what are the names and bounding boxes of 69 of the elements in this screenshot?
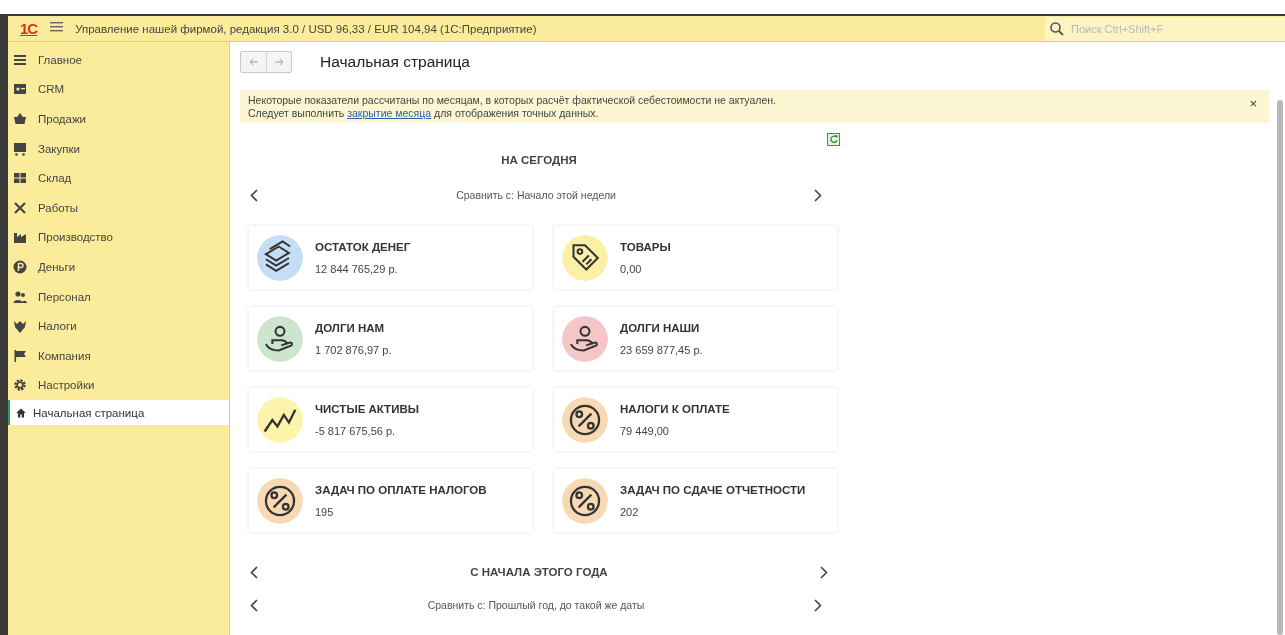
metric-card[interactable]: ТОВАРЫ 0,00 — [554, 226, 837, 289]
search-field[interactable]: Поиск Ctrl+Shift+F — [1045, 16, 1285, 41]
month-close-link[interactable]: закрытие месяца — [347, 106, 432, 119]
home-icon — [15, 406, 27, 419]
compare-period: Сравнить с: Начало этой недели — [456, 189, 616, 201]
metric-value: 1 702 876,97 р. — [315, 343, 392, 356]
metric-card[interactable]: ОСТАТОК ДЕНЕГ 12 844 765,29 р. — [249, 226, 532, 289]
section-title: С НАЧАЛА ЭТОГО ГОДА — [470, 566, 608, 578]
notice-text: Некоторые показатели рассчитаны по месяцам, в которых расчёт фактической себестоимости не актуален. — [248, 94, 776, 107]
metric-title: ТОВАРЫ — [620, 240, 671, 253]
notice-text: Следует выполнить закрытие месяца для отображения точных данных. — [248, 106, 600, 119]
sidebar-item[interactable]: Персонал — [8, 281, 229, 312]
metric-card[interactable]: НАЛОГИ К ОПЛАТЕ 79 449,00 — [554, 388, 837, 451]
flag-icon — [12, 347, 28, 364]
chevron-right-icon[interactable] — [820, 565, 828, 579]
app-logo[interactable]: 1С — [20, 20, 38, 37]
metric-card[interactable]: ЗАДАЧ ПО ОПЛАТЕ НАЛОГОВ 195 — [249, 469, 532, 532]
page-title: Начальная страница — [320, 53, 470, 71]
metric-value: 23 659 877,45 р. — [620, 343, 703, 356]
sidebar-item[interactable]: Работы — [8, 192, 229, 223]
refresh-button[interactable] — [827, 133, 840, 146]
sidebar-item[interactable]: Склад — [8, 163, 229, 193]
close-button[interactable]: × — [1245, 96, 1261, 111]
sidebar-item[interactable]: Налоги — [8, 311, 229, 341]
sidebar-item[interactable]: Главное — [8, 45, 229, 75]
metric-card[interactable]: ЧИСТЫЕ АКТИВЫ -5 817 675,56 р. — [249, 388, 532, 451]
metric-title: НАЛОГИ К ОПЛАТЕ — [620, 402, 730, 415]
metric-title: ОСТАТОК ДЕНЕГ — [315, 240, 411, 253]
ruble-coin-icon — [12, 258, 28, 275]
search-icon — [1049, 20, 1065, 37]
metric-card[interactable]: ДОЛГИ НАМ 1 702 876,97 р. — [249, 307, 532, 370]
window-title: Управление нашей фирмой, редакция 3.0 / USD 96,33 / EUR 104,94 (1С:Предприятие) — [75, 22, 538, 35]
compare-period: Сравнить с: Прошлый год, до такой же даты — [427, 599, 645, 611]
sidebar-item[interactable]: Настройки — [8, 370, 229, 401]
metric-value: -5 817 675,56 р. — [315, 424, 397, 437]
arrow-left-icon — [247, 56, 260, 68]
metric-title: ЗАДАЧ ПО ОПЛАТЕ НАЛОГОВ — [315, 483, 487, 496]
chevron-right-icon[interactable] — [814, 598, 822, 612]
metric-value: 0,00 — [620, 262, 643, 275]
sidebar-item[interactable]: Продажи — [8, 104, 229, 134]
metric-title: ДОЛГИ НАШИ — [620, 321, 701, 334]
metric-value: 202 — [620, 505, 640, 518]
basket-icon — [12, 111, 28, 127]
chevron-left-icon[interactable] — [250, 598, 258, 612]
people-icon — [12, 288, 28, 305]
metric-title: ЧИСТЫЕ АКТИВЫ — [315, 402, 419, 415]
sidebar-item[interactable]: Производство — [8, 222, 229, 253]
chevron-left-icon[interactable] — [250, 565, 258, 579]
sidebar-item[interactable]: Деньги — [8, 252, 229, 282]
sidebar-item[interactable]: Закупки — [8, 133, 229, 164]
chevron-left-icon[interactable] — [250, 188, 258, 202]
metric-value: 79 449,00 — [620, 424, 670, 437]
metric-value: 12 844 765,29 р. — [315, 262, 399, 275]
cart-icon — [12, 140, 28, 157]
search-input[interactable]: Поиск Ctrl+Shift+F — [1069, 21, 1273, 36]
sidebar-item[interactable]: Компания — [8, 340, 229, 371]
metric-title: ЗАДАЧ ПО СДАЧЕ ОТЧЕТНОСТИ — [620, 483, 806, 496]
settings-icon — [12, 377, 28, 394]
metric-card[interactable]: ЗАДАЧ ПО СДАЧЕ ОТЧЕТНОСТИ 202 — [554, 469, 837, 532]
refresh-icon — [828, 134, 839, 145]
arrow-right-icon — [273, 56, 285, 68]
section-title: НА СЕГОДНЯ — [501, 154, 577, 166]
metric-card[interactable]: ДОЛГИ НАШИ 23 659 877,45 р. — [554, 307, 837, 370]
metric-title: ДОЛГИ НАМ — [315, 321, 386, 334]
sidebar-item[interactable]: CRM — [8, 74, 229, 105]
open-page-tab[interactable]: Начальная страница — [8, 400, 229, 426]
chevron-right-icon[interactable] — [814, 188, 822, 202]
scrollbar[interactable] — [1277, 100, 1283, 635]
metric-value: 195 — [315, 505, 335, 518]
